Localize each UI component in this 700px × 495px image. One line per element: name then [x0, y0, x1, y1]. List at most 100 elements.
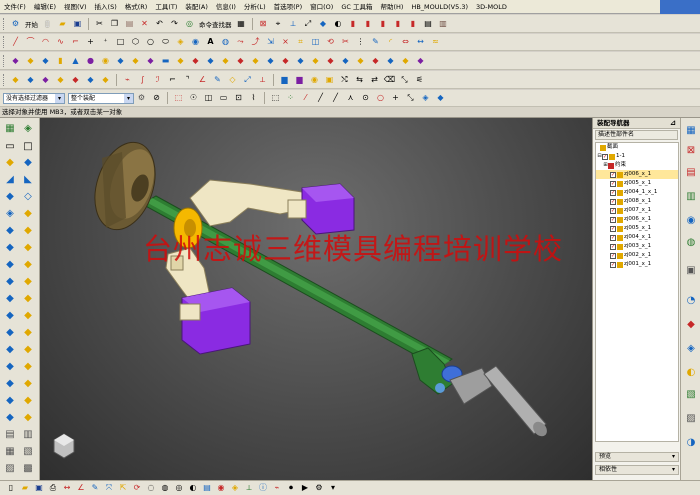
pad-tool-icon[interactable]: ◆ — [21, 275, 35, 289]
select-faces-icon[interactable]: ▭ — [218, 92, 230, 104]
visibility-checkbox[interactable]: ✓ — [610, 234, 616, 241]
blend-tool-icon[interactable]: ◆ — [3, 326, 17, 340]
groove-icon[interactable]: ◆ — [175, 55, 187, 67]
drawing-tool-icon[interactable]: ▥ — [21, 428, 35, 442]
web-browser-tab-icon[interactable]: ◍ — [684, 236, 698, 250]
hole-tool-icon[interactable]: ◆ — [3, 258, 17, 272]
part-navigator-tab-icon[interactable]: ▤ — [684, 166, 698, 180]
menu-file[interactable]: 文件(F) — [0, 0, 30, 14]
unite-tool-icon[interactable]: ◆ — [3, 377, 17, 391]
toolbar-grip[interactable] — [3, 54, 6, 67]
arc-icon[interactable]: ⌒ — [25, 36, 37, 48]
delete-icon[interactable]: ✕ — [139, 18, 151, 30]
select-features-icon[interactable]: ☉ — [188, 92, 200, 104]
hide-icon[interactable]: ◎ — [173, 482, 185, 494]
chamfer-icon[interactable]: ◆ — [265, 55, 277, 67]
tag-icon[interactable]: ▣ — [324, 74, 336, 86]
pocket-tool-icon[interactable]: ◆ — [3, 275, 17, 289]
circle-arc-icon[interactable]: ◠ — [40, 36, 52, 48]
chevron-down-icon[interactable]: ▾ — [672, 466, 675, 474]
measure-distance-icon[interactable]: ↔ — [61, 482, 73, 494]
palette-tab-icon[interactable]: ▧ — [684, 388, 698, 402]
sheet-icon[interactable]: ▭ — [3, 140, 17, 154]
sphere-tool-icon[interactable]: ◆ — [21, 241, 35, 255]
menu-window[interactable]: 窗口(O) — [306, 0, 337, 14]
copy-icon[interactable]: ❐ — [109, 18, 121, 30]
measure-angle-icon[interactable]: ∠ — [75, 482, 87, 494]
visibility-checkbox[interactable]: ✓ — [610, 171, 616, 178]
blank-icon[interactable]: ◌ — [145, 482, 157, 494]
chevron-down-icon[interactable]: ▾ — [672, 453, 675, 461]
corner-curve-icon[interactable]: ⌝ — [182, 74, 194, 86]
tree-row-part[interactable]: ✓ zj001_x_1 — [596, 260, 678, 269]
offset-curve-icon[interactable]: ◍ — [220, 36, 232, 48]
save-icon[interactable]: ▣ — [72, 18, 84, 30]
roles-tab-icon[interactable]: ◐ — [684, 366, 698, 380]
menu-insert[interactable]: 插入(S) — [91, 0, 121, 14]
show-icon[interactable]: ◍ — [159, 482, 171, 494]
menu-edit[interactable]: 编辑(E) — [30, 0, 60, 14]
grip-icon[interactable]: ⚙ — [313, 482, 325, 494]
redo-icon[interactable]: ↷ — [169, 18, 181, 30]
through-mesh-icon[interactable]: ◆ — [25, 74, 37, 86]
cone-tool-icon[interactable]: ◆ — [3, 241, 17, 255]
history-tab-icon[interactable]: ▣ — [684, 264, 698, 278]
shaded-icon[interactable]: ◆ — [317, 18, 329, 30]
studio-surface-icon[interactable]: ◆ — [70, 74, 82, 86]
sketch-icon[interactable]: ✎ — [212, 74, 224, 86]
info-icon[interactable]: ⓘ — [257, 482, 269, 494]
tree-row-part[interactable]: ✓ zj006_x_1 — [596, 170, 678, 179]
tree-row-sections[interactable]: 截面 — [596, 143, 678, 152]
menu-view[interactable]: 视图(V) — [60, 0, 91, 14]
trim-tool-icon[interactable]: ◆ — [21, 394, 35, 408]
menu-help[interactable]: 帮助(H) — [376, 0, 407, 14]
sphere-icon[interactable]: ● — [85, 55, 97, 67]
divide-curve-icon[interactable]: ⋮ — [355, 36, 367, 48]
export-tool-icon[interactable]: ▩ — [21, 462, 35, 476]
project-curve-icon[interactable]: ⇲ — [265, 36, 277, 48]
save-icon[interactable]: ▣ — [33, 482, 45, 494]
mirror-tool-icon[interactable]: ◆ — [21, 360, 35, 374]
tree-row-part[interactable]: ✓ zj005_x_1 — [596, 179, 678, 188]
cone-icon[interactable]: ▲ — [70, 55, 82, 67]
profile-curve-icon[interactable]: ∫ — [137, 74, 149, 86]
point-set-icon[interactable]: ⁺ — [100, 36, 112, 48]
hd3d-tab-icon[interactable]: ◉ — [684, 214, 698, 228]
rotate-object-icon[interactable]: ⟳ — [131, 482, 143, 494]
tree-row-part[interactable]: ✓ zj003_x_1 — [596, 242, 678, 251]
visibility-checkbox[interactable]: ✓ — [610, 252, 616, 259]
visibility-checkbox[interactable]: ✓ — [610, 216, 616, 223]
groove-tool-icon[interactable]: ◆ — [21, 292, 35, 306]
ruled-icon[interactable]: ◆ — [55, 74, 67, 86]
filter-settings-icon[interactable]: ⚙ — [136, 92, 148, 104]
type-filter-dropdown[interactable]: 没有选择过滤器 ▾ — [3, 92, 65, 104]
datum-csys-icon[interactable]: ⟂ — [257, 74, 269, 86]
draft-tool-icon[interactable]: ◆ — [21, 343, 35, 357]
edge-blend-icon[interactable]: ◆ — [250, 55, 262, 67]
selection-icon[interactable]: ⊠ — [257, 18, 269, 30]
existing-point-icon[interactable]: + — [390, 92, 402, 104]
analysis-tool-icon[interactable]: ▧ — [21, 445, 35, 459]
paste-icon[interactable]: ▤ — [124, 18, 136, 30]
tree-row-part[interactable]: ✓ zj004_1_x_1 — [596, 188, 678, 197]
tree-row-part[interactable]: ✓ zj006_x_1 — [596, 215, 678, 224]
bend-curve-icon[interactable]: ∠ — [197, 74, 209, 86]
visibility-checkbox[interactable]: ✓ — [610, 189, 616, 196]
text-icon[interactable]: A — [205, 36, 217, 48]
tree-row-part[interactable]: ✓ zj004_x_1 — [596, 233, 678, 242]
select-edges-icon[interactable]: ⊡ — [233, 92, 245, 104]
move-icon[interactable]: ◆ — [3, 190, 17, 204]
visibility-checkbox[interactable]: ✓ — [602, 153, 608, 160]
edit-object-icon[interactable]: ✎ — [89, 482, 101, 494]
extract-curve-icon[interactable]: ◫ — [310, 36, 322, 48]
chevron-down-icon[interactable]: ▾ — [55, 93, 64, 103]
translucency-icon[interactable]: ◈ — [229, 482, 241, 494]
training-tab-icon[interactable]: ◑ — [684, 436, 698, 450]
assembly-tree[interactable]: 截面 ⊟ ✓ 1-1 ⊞ 约束 ✓ zj006_x_1 ✓ zj005_x_1 … — [595, 142, 679, 442]
trim-curve-icon[interactable]: ✂ — [340, 36, 352, 48]
render-red-icon[interactable]: ▮ — [362, 18, 374, 30]
offset-tool-icon[interactable]: ◆ — [21, 411, 35, 425]
line-icon[interactable]: ╱ — [10, 36, 22, 48]
system-scene-tab-icon[interactable]: ▨ — [684, 412, 698, 426]
chevron-down-icon[interactable]: ▾ — [124, 93, 133, 103]
